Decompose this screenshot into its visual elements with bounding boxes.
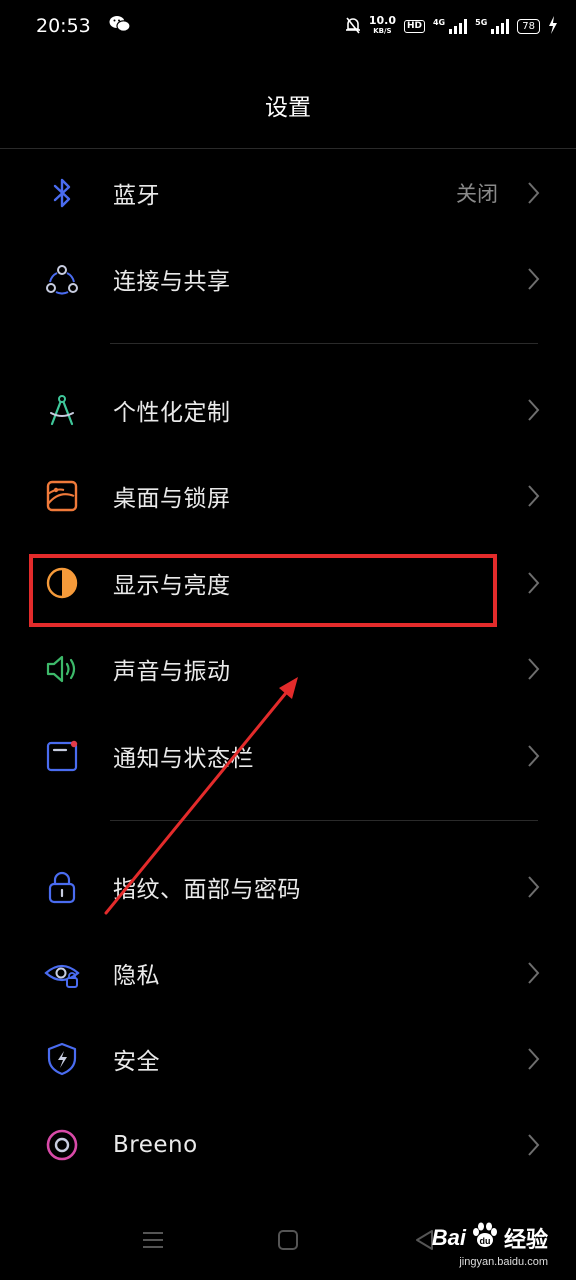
section-divider (110, 343, 538, 344)
chevron-right-icon (528, 658, 540, 680)
status-bar: 20:53 10.0 KB/S HD 4G 5G 78 (0, 0, 576, 52)
chevron-right-icon (528, 745, 540, 767)
settings-item-label: 安全 (113, 1049, 160, 1075)
compass-icon (44, 392, 80, 428)
section-divider (110, 820, 538, 821)
settings-item-label: 连接与共享 (113, 269, 231, 295)
highlight-box (29, 554, 497, 627)
baidu-watermark: Bai du 经验 jingyan.baidu.com (432, 1222, 548, 1268)
settings-item-fingerprint-face-password[interactable]: 指纹、面部与密码 (0, 844, 576, 930)
bluetooth-icon (44, 175, 80, 211)
settings-item-label: Breeno (113, 1132, 198, 1158)
notification-icon (44, 738, 80, 774)
signal-sim1: 4G (433, 18, 468, 34)
speaker-icon (44, 651, 80, 687)
settings-item-personalize[interactable]: 个性化定制 (0, 367, 576, 453)
settings-item-value: 关闭 (456, 182, 498, 206)
signal-sim2: 5G (475, 18, 510, 34)
net-speed: 10.0 KB/S (368, 14, 396, 35)
page-title: 设置 (265, 95, 311, 121)
battery-indicator: 78 (517, 18, 540, 34)
wallpaper-icon (44, 478, 80, 514)
settings-item-label: 通知与状态栏 (113, 746, 254, 772)
lock-icon (44, 869, 80, 905)
settings-item-wallpaper[interactable]: 桌面与锁屏 (0, 453, 576, 539)
settings-item-notification[interactable]: 通知与状态栏 (0, 713, 576, 799)
home-icon[interactable] (272, 1224, 304, 1256)
watermark-suffix: 经验 (503, 1227, 548, 1252)
hd-badge: HD (403, 19, 425, 33)
shield-icon (44, 1041, 80, 1077)
chevron-right-icon (528, 399, 540, 421)
chevron-right-icon (528, 268, 540, 290)
chevron-right-icon (528, 1134, 540, 1156)
watermark-site: jingyan.baidu.com (459, 1256, 548, 1268)
bolt-icon (548, 15, 558, 37)
connection-share-icon (44, 261, 80, 297)
settings-item-label: 隐私 (113, 963, 160, 989)
breeno-icon (44, 1127, 80, 1163)
chevron-right-icon (528, 572, 540, 594)
status-time: 20:53 (36, 15, 91, 37)
settings-item-bluetooth[interactable]: 蓝牙 关闭 (0, 150, 576, 236)
privacy-eye-icon (44, 955, 80, 991)
wechat-icon (109, 15, 131, 38)
bell-off-icon (345, 16, 361, 37)
watermark-brand: Bai (431, 1225, 466, 1250)
chevron-right-icon (528, 1048, 540, 1070)
settings-item-security[interactable]: 安全 (0, 1016, 576, 1102)
settings-item-label: 声音与振动 (113, 659, 231, 685)
settings-item-label: 个性化定制 (113, 400, 231, 426)
header-divider (0, 148, 576, 149)
settings-item-label: 指纹、面部与密码 (113, 877, 301, 903)
settings-item-privacy[interactable]: 隐私 (0, 930, 576, 1016)
chevron-right-icon (528, 876, 540, 898)
settings-item-connection-share[interactable]: 连接与共享 (0, 236, 576, 322)
settings-item-label: 桌面与锁屏 (113, 486, 231, 512)
settings-item-label: 蓝牙 (113, 183, 160, 209)
menu-icon[interactable] (137, 1224, 169, 1256)
chevron-right-icon (528, 182, 540, 204)
settings-item-sound-vibration[interactable]: 声音与振动 (0, 626, 576, 712)
chevron-right-icon (528, 485, 540, 507)
svg-text:du: du (479, 1236, 490, 1246)
chevron-right-icon (528, 962, 540, 984)
paw-icon: du (470, 1222, 500, 1254)
settings-item-breeno[interactable]: Breeno (0, 1102, 576, 1188)
